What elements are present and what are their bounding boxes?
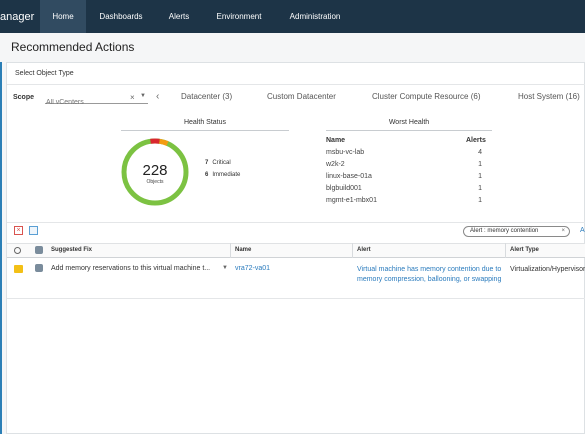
worst-health-name: w2k-2 — [326, 161, 345, 168]
filter-extra-link[interactable]: A — [580, 227, 585, 234]
worst-health-row[interactable]: w2k-2 1 — [326, 161, 482, 173]
immediate-count: 6 — [205, 172, 209, 178]
left-accent-bar — [0, 62, 2, 434]
nav-home[interactable]: Home — [40, 0, 86, 33]
worst-health-name: mgmt-e1-mbx01 — [326, 197, 377, 204]
tab-custom-datacenter[interactable]: Custom Datacenter — [267, 92, 336, 101]
object-icon — [35, 246, 43, 254]
legend-immediate: 6 Immediate — [205, 172, 240, 178]
health-status-title: Health Status — [183, 119, 227, 126]
divider — [7, 84, 585, 85]
worst-health-row[interactable]: linux-base-01a 1 — [326, 173, 482, 185]
row-name-link[interactable]: vra72-va01 — [235, 265, 270, 272]
info-icon — [14, 247, 21, 254]
col-name[interactable]: Name — [235, 247, 251, 253]
nav-dashboards[interactable]: Dashboards — [86, 0, 156, 33]
divider — [7, 298, 585, 299]
immediate-label: Immediate — [212, 172, 241, 178]
health-total-count: 228 — [142, 162, 168, 179]
chevron-down-icon[interactable]: ▼ — [222, 265, 228, 271]
scope-input[interactable] — [45, 99, 126, 106]
divider — [121, 130, 289, 131]
worst-health-name: blgbuild001 — [326, 185, 362, 192]
close-icon[interactable]: × — [561, 227, 565, 236]
row-suggested-fix: Add memory reservations to this virtual … — [51, 265, 211, 272]
row-alert-type: Virtualization/Hypervisor Alerts — [510, 266, 585, 273]
worst-health-row[interactable]: blgbuild001 1 — [326, 185, 482, 197]
worst-health-name: linux-base-01a — [326, 173, 372, 180]
worst-health-col-name: Name — [326, 137, 346, 144]
nav-administration[interactable]: Administration — [276, 0, 354, 33]
object-icon — [35, 264, 43, 272]
column-divider[interactable] — [505, 243, 506, 258]
worst-health-name: msbu-vc-lab — [326, 149, 365, 156]
critical-count: 7 — [205, 160, 209, 166]
divider — [7, 222, 585, 223]
worst-health-alerts: 4 — [478, 149, 482, 156]
worst-health-alerts: 1 — [478, 197, 482, 204]
row-alert-link[interactable]: Virtual machine has memory contention du… — [357, 265, 505, 285]
tab-datacenter[interactable]: Datacenter (3) — [181, 92, 232, 101]
worst-health-row[interactable]: msbu-vc-lab 4 — [326, 149, 482, 161]
tab-host-system[interactable]: Host System (16) — [518, 92, 580, 101]
health-total-label: Objects — [146, 179, 164, 185]
filter-chip[interactable]: Alert : memory contention × — [463, 226, 570, 237]
alert-severity-icon — [14, 265, 23, 273]
legend-critical: 7 Critical — [205, 160, 231, 166]
chevron-down-icon[interactable]: ▼ — [140, 93, 146, 99]
worst-health-alerts: 1 — [478, 161, 482, 168]
divider — [326, 130, 492, 131]
scope-label: Scope — [13, 94, 35, 101]
page-title: Recommended Actions — [11, 40, 135, 54]
critical-label: Critical — [212, 160, 231, 166]
worst-health-alerts: 1 — [478, 185, 482, 192]
filter-chip-label: Alert : memory contention — [470, 228, 539, 234]
donut-arc-immediate — [159, 138, 169, 146]
chevron-left-icon[interactable]: ‹ — [156, 91, 159, 102]
delete-icon[interactable]: × — [14, 226, 23, 235]
select-object-type-label: Select Object Type — [15, 70, 74, 77]
col-alert-type[interactable]: Alert Type — [510, 247, 539, 253]
nav-alerts[interactable]: Alerts — [156, 0, 202, 33]
worst-health-title: Worst Health — [388, 119, 430, 126]
nav-environment[interactable]: Environment — [202, 0, 276, 33]
col-suggested-fix[interactable]: Suggested Fix — [51, 247, 92, 253]
worst-health-col-alerts: Alerts — [466, 137, 486, 144]
column-divider[interactable] — [230, 243, 231, 258]
worst-health-alerts: 1 — [478, 173, 482, 180]
copy-icon[interactable] — [29, 226, 38, 235]
col-alert[interactable]: Alert — [357, 247, 371, 253]
grid-header — [7, 243, 585, 258]
tab-cluster-compute-resource[interactable]: Cluster Compute Resource (6) — [372, 92, 480, 101]
worst-health-row[interactable]: mgmt-e1-mbx01 1 — [326, 197, 482, 209]
column-divider[interactable] — [352, 243, 353, 258]
app-title: anager — [0, 11, 35, 23]
top-nav-bar: anager Home Dashboards Alerts Environmen… — [0, 0, 585, 33]
clear-icon[interactable]: × — [130, 93, 135, 102]
